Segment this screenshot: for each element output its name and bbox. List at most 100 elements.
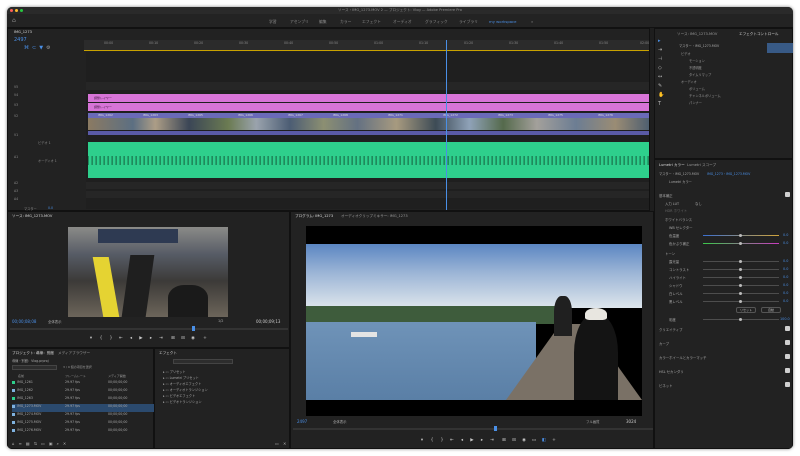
- media-browser-tab[interactable]: メディアブラウザー: [58, 351, 90, 356]
- workspace-tab[interactable]: エフェクト: [362, 19, 381, 25]
- workspace-tab[interactable]: ライブラリ: [459, 19, 478, 25]
- section-vignette[interactable]: ビネット: [659, 383, 673, 388]
- tab-source[interactable]: ソース: IMG_1273.MOV: [677, 32, 717, 37]
- saturation-value[interactable]: 100.0: [780, 317, 790, 321]
- workspace-tab[interactable]: オーディオ: [393, 19, 412, 25]
- insert-icon[interactable]: ⊞: [170, 336, 176, 341]
- slip-icon[interactable]: ↔: [658, 73, 664, 82]
- project-row-selected[interactable]: IMG_1273.MOV 29.97 fps 00;00;00;00: [12, 404, 156, 412]
- section-basic[interactable]: 基本補正: [659, 193, 673, 198]
- section-checkbox[interactable]: [785, 354, 790, 359]
- overwrite-icon[interactable]: ⊟: [180, 336, 186, 341]
- tab-lumetri-scopes[interactable]: Lumetri スコープ: [687, 163, 716, 168]
- mark-out-icon[interactable]: }: [108, 336, 114, 341]
- tone-slider[interactable]: [703, 292, 779, 295]
- section-checkbox[interactable]: [785, 326, 790, 331]
- track-select-icon[interactable]: ⇥: [658, 46, 664, 55]
- tone-slider[interactable]: [703, 300, 779, 303]
- program-playhead[interactable]: [494, 426, 497, 431]
- tone-value[interactable]: 0.0: [783, 259, 788, 263]
- tone-value[interactable]: 0.0: [783, 275, 788, 279]
- project-row[interactable]: IMG_1276.MOV 29.97 fps 00;00;00;00: [12, 428, 156, 436]
- comparison-view-icon[interactable]: ▭: [531, 438, 537, 443]
- go-to-in-icon[interactable]: ⇤: [449, 438, 455, 443]
- source-timecode[interactable]: 00;00;08;08: [12, 319, 36, 324]
- project-tab[interactable]: プロジェクト: 導線：別館: [12, 351, 54, 356]
- more-workspaces-icon[interactable]: »: [531, 19, 533, 24]
- program-tab[interactable]: プログラム: IMG_1273: [295, 214, 333, 219]
- video-thumbnails[interactable]: [88, 118, 649, 130]
- new-bin-icon[interactable]: ▭: [275, 441, 279, 446]
- trash-icon[interactable]: ✕: [283, 441, 286, 446]
- program-timecode[interactable]: 2497: [297, 419, 307, 424]
- razor-icon[interactable]: ◇: [658, 64, 664, 73]
- ec-header[interactable]: マスター・IMG_1273.MOV: [679, 43, 719, 48]
- ripple-edit-icon[interactable]: ⊣: [658, 55, 664, 64]
- ec-item[interactable]: タイムリマップ: [681, 72, 721, 79]
- auto-button[interactable]: 自動: [761, 307, 781, 313]
- workspace-tab[interactable]: アセンブリ: [290, 19, 309, 25]
- project-row[interactable]: IMG_1275.MOV 29.97 fps 00;00;00;00: [12, 420, 156, 428]
- go-to-out-icon[interactable]: ⇥: [158, 336, 164, 341]
- sort-icon[interactable]: ⇅: [34, 441, 41, 446]
- snap-icon[interactable]: ⌘: [24, 45, 32, 51]
- step-back-icon[interactable]: ◂: [128, 336, 134, 341]
- mark-out-icon[interactable]: }: [439, 438, 445, 443]
- program-fit-select[interactable]: 全体表示: [333, 419, 347, 424]
- source-playhead[interactable]: [192, 326, 195, 331]
- source-fit-select[interactable]: 全体表示: [48, 319, 62, 324]
- track-label[interactable]: V4: [14, 93, 18, 97]
- track-label[interactable]: A3: [14, 189, 18, 193]
- workspace-tab[interactable]: グラフィック: [425, 19, 448, 25]
- effects-search[interactable]: [173, 359, 233, 364]
- section-checkbox[interactable]: [785, 368, 790, 373]
- mark-in-icon[interactable]: {: [429, 438, 435, 443]
- reset-button[interactable]: リセット: [736, 307, 756, 313]
- input-lut-value[interactable]: なし: [695, 201, 702, 206]
- mark-in-icon[interactable]: ▾: [419, 438, 425, 443]
- trash-icon[interactable]: ✕: [63, 441, 70, 446]
- tint-slider[interactable]: [703, 242, 779, 245]
- source-tab[interactable]: ソース: IMG_1273.MOV: [12, 214, 52, 219]
- temp-slider[interactable]: [703, 234, 779, 237]
- extract-icon[interactable]: ⊟: [511, 438, 517, 443]
- tab-lumetri-color[interactable]: Lumetri カラー: [659, 163, 685, 168]
- effects-folder[interactable]: ▸ ▭ ビデオトランジション: [163, 399, 208, 405]
- proxy-toggle-icon[interactable]: ◧: [541, 438, 547, 443]
- ec-item[interactable]: チャンネルボリューム: [681, 93, 721, 100]
- tone-value[interactable]: 0.0: [783, 291, 788, 295]
- section-creative[interactable]: クリエイティブ: [659, 327, 682, 332]
- track-label[interactable]: V5: [14, 85, 18, 89]
- time-ruler[interactable]: 00:00 00:10 00:20 00:30 00:40 00:50 01:0…: [84, 40, 649, 51]
- column-header[interactable]: フレームレート: [65, 374, 86, 378]
- saturation-slider[interactable]: [703, 318, 779, 321]
- export-frame-icon[interactable]: ◉: [190, 336, 196, 341]
- tone-slider[interactable]: [703, 284, 779, 287]
- ec-item[interactable]: モーション: [681, 58, 721, 65]
- section-checkbox[interactable]: [785, 382, 790, 387]
- tone-slider[interactable]: [703, 260, 779, 263]
- workspace-tab-active[interactable]: my workspace: [489, 19, 516, 24]
- lumetri-path2[interactable]: IMG_1273・IMG_1273.MOV: [707, 171, 750, 176]
- timeline-tab[interactable]: IMG_1273: [14, 30, 32, 34]
- hand-icon[interactable]: ✋: [658, 91, 664, 100]
- track-label[interactable]: A1: [14, 155, 18, 159]
- list-view-icon[interactable]: ≡: [19, 441, 26, 446]
- lumetri-effect-select[interactable]: Lumetri カラー: [669, 179, 692, 184]
- ec-mini-timeline[interactable]: [767, 43, 793, 53]
- play-icon[interactable]: ▶: [469, 438, 475, 443]
- tone-value[interactable]: 0.0: [783, 267, 788, 271]
- tone-value[interactable]: 0.0: [783, 299, 788, 303]
- track-label[interactable]: V1: [14, 133, 18, 137]
- wb-selector[interactable]: WB セレクター: [669, 225, 693, 230]
- quality-select[interactable]: フル画質: [586, 419, 600, 424]
- lumetri-path[interactable]: マスター・IMG_1273.MOV: [659, 171, 699, 176]
- pen-icon[interactable]: ✎: [658, 82, 664, 91]
- project-row[interactable]: IMG_1274.MOV 29.97 fps 00;00;00;00: [12, 412, 156, 420]
- workspace-tab[interactable]: カラー: [340, 19, 351, 25]
- section-checkbox[interactable]: [785, 192, 790, 197]
- go-to-out-icon[interactable]: ⇥: [489, 438, 495, 443]
- tone-slider[interactable]: [703, 268, 779, 271]
- project-row[interactable]: IMG_1261 29.97 fps 00;00;00;00: [12, 380, 156, 388]
- section-checkbox[interactable]: [785, 340, 790, 345]
